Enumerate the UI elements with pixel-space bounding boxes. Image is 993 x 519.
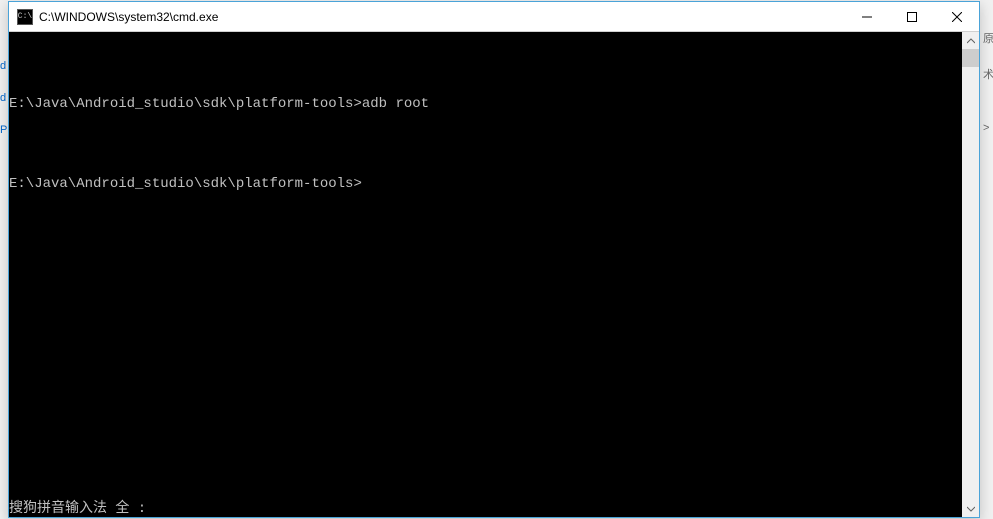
window-controls: [844, 2, 979, 31]
bg-right-strip: 原 术 >: [983, 20, 993, 510]
close-button[interactable]: [934, 2, 979, 31]
prompt: E:\Java\Android_studio\sdk\platform-tool…: [9, 176, 362, 192]
maximize-button[interactable]: [889, 2, 934, 31]
scrollbar-track[interactable]: [962, 49, 979, 500]
terminal-line: E:\Java\Android_studio\sdk\platform-tool…: [9, 176, 962, 192]
bg-char: 术: [983, 66, 993, 82]
minimize-button[interactable]: [844, 2, 889, 31]
terminal-line: E:\Java\Android_studio\sdk\platform-tool…: [9, 96, 962, 112]
cmd-window: C:\ C:\WINDOWS\system32\cmd.exe E:\Java\…: [8, 1, 980, 518]
maximize-icon: [907, 12, 917, 22]
ime-status: 搜狗拼音输入法 全 :: [9, 501, 146, 517]
cmd-icon-text: C:\: [18, 12, 32, 21]
terminal-content: E:\Java\Android_studio\sdk\platform-tool…: [9, 64, 962, 224]
vertical-scrollbar[interactable]: [962, 32, 979, 517]
minimize-icon: [862, 12, 872, 22]
close-icon: [952, 12, 962, 22]
scroll-up-button[interactable]: [962, 32, 979, 49]
bg-char: 原: [983, 30, 993, 46]
prompt: E:\Java\Android_studio\sdk\platform-tool…: [9, 96, 362, 112]
chevron-down-icon: [967, 505, 975, 513]
client-area: E:\Java\Android_studio\sdk\platform-tool…: [9, 32, 979, 517]
bg-char: >: [983, 122, 993, 134]
chevron-up-icon: [967, 37, 975, 45]
titlebar[interactable]: C:\ C:\WINDOWS\system32\cmd.exe: [9, 2, 979, 32]
scroll-down-button[interactable]: [962, 500, 979, 517]
window-title: C:\WINDOWS\system32\cmd.exe: [39, 10, 844, 24]
cmd-icon: C:\: [17, 9, 33, 25]
scrollbar-thumb[interactable]: [962, 49, 979, 67]
command: adb root: [362, 96, 429, 112]
terminal[interactable]: E:\Java\Android_studio\sdk\platform-tool…: [9, 32, 962, 517]
